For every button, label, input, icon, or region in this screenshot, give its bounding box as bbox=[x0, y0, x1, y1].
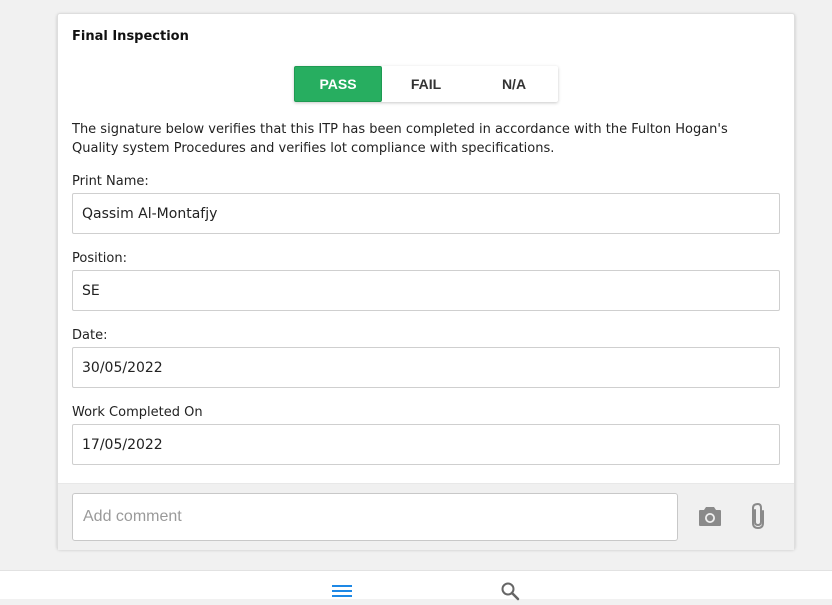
pass-button[interactable]: PASS bbox=[294, 66, 382, 102]
paperclip-icon[interactable] bbox=[750, 502, 766, 534]
menu-icon[interactable] bbox=[332, 583, 352, 603]
camera-icon[interactable] bbox=[698, 505, 722, 531]
result-toggle: PASS FAIL N/A bbox=[294, 66, 558, 102]
position-field[interactable]: SE bbox=[72, 270, 780, 311]
na-button[interactable]: N/A bbox=[470, 66, 558, 102]
fail-button[interactable]: FAIL bbox=[382, 66, 470, 102]
work-completed-field[interactable]: 17/05/2022 bbox=[72, 424, 780, 465]
search-icon[interactable] bbox=[500, 581, 520, 605]
comment-input[interactable] bbox=[72, 493, 678, 541]
section-title: Final Inspection bbox=[72, 29, 189, 44]
bottom-nav bbox=[0, 570, 832, 601]
final-inspection-card: Final Inspection PASS FAIL N/A The signa… bbox=[57, 13, 795, 550]
date-field[interactable]: 30/05/2022 bbox=[72, 347, 780, 388]
date-label: Date: bbox=[72, 328, 108, 343]
work-completed-label: Work Completed On bbox=[72, 405, 203, 420]
print-name-label: Print Name: bbox=[72, 174, 149, 189]
verification-statement: The signature below verifies that this I… bbox=[72, 122, 728, 156]
comment-bar bbox=[58, 483, 794, 550]
print-name-field[interactable]: Qassim Al-Montafjy bbox=[72, 193, 780, 234]
position-label: Position: bbox=[72, 251, 127, 266]
